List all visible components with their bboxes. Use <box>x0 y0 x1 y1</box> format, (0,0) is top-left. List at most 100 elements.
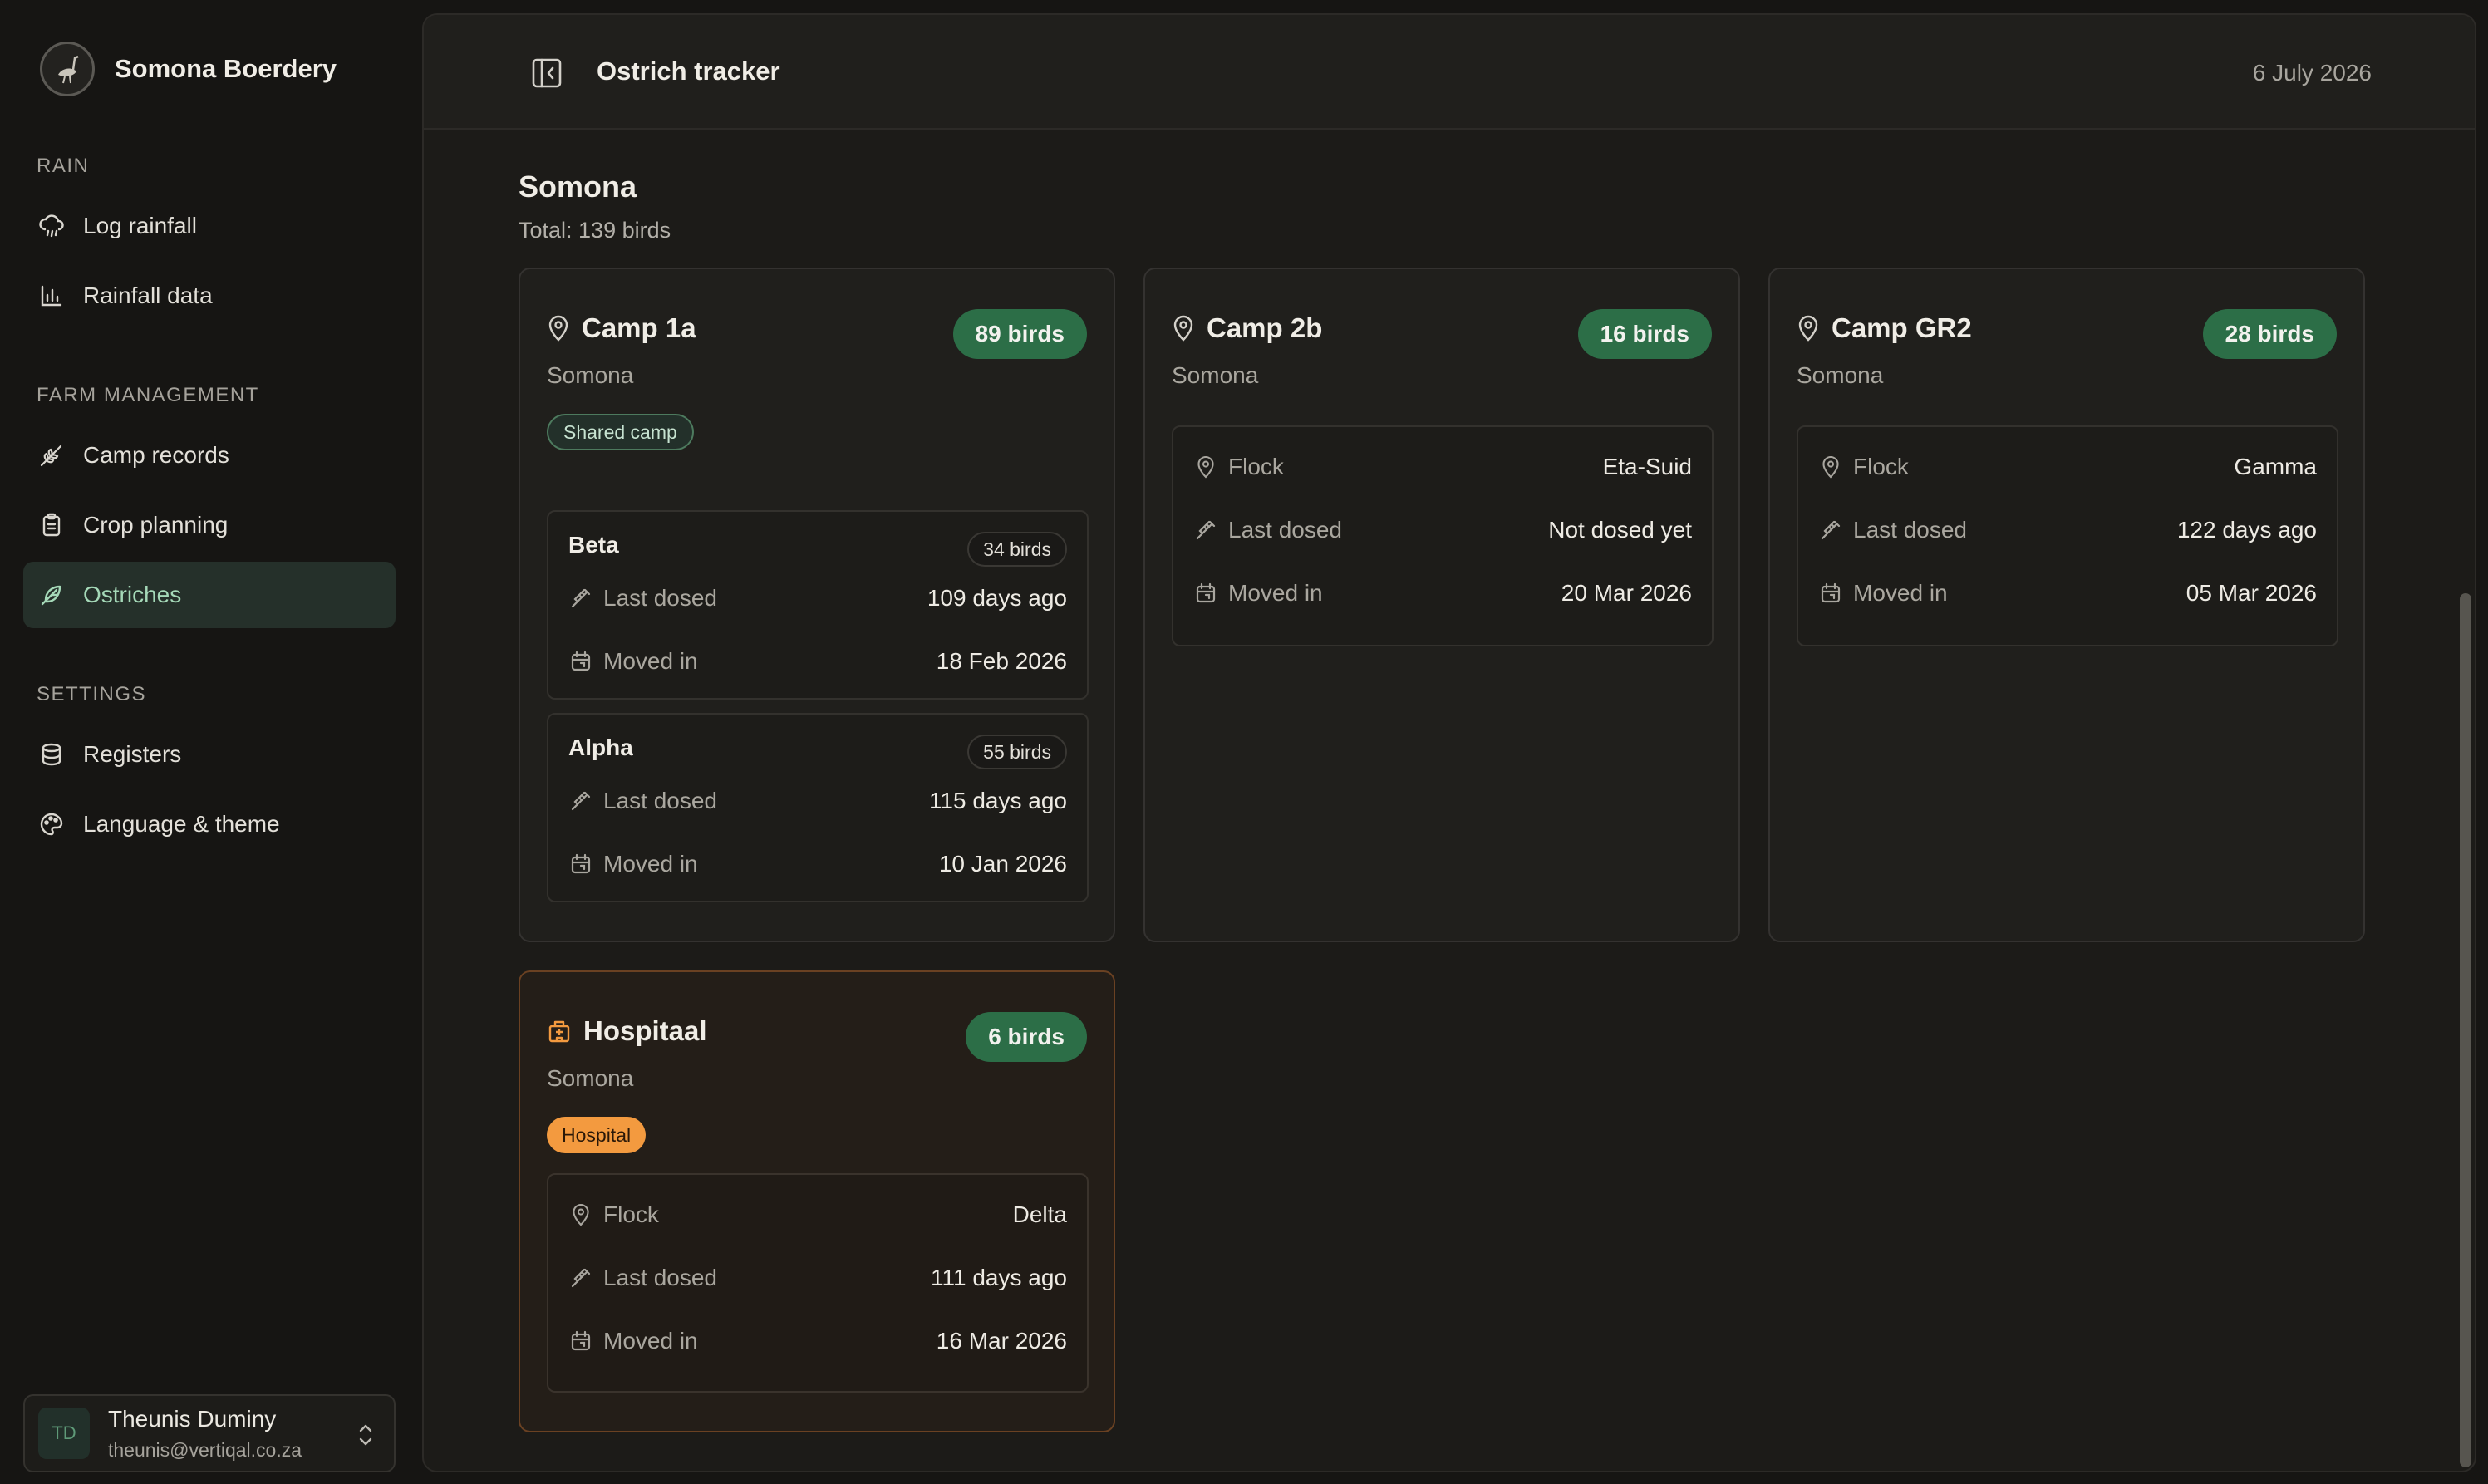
flock-value: Eta-Suid <box>1602 454 1692 479</box>
camp-bird-count: 6 birds <box>966 1012 1087 1062</box>
scrollbar-thumb[interactable] <box>2460 593 2471 1467</box>
sidebar-item-label: Registers <box>83 741 182 767</box>
nav-section-settings: SETTINGS <box>37 683 147 705</box>
sidebar-item-crop-planning[interactable]: Crop planning <box>23 492 396 558</box>
moved-in-row: Moved in 18 Feb 2026 <box>568 645 1067 678</box>
flock-card-beta[interactable]: Beta 34 birds Last dosed 109 days ago Mo… <box>547 510 1089 700</box>
sidebar: Somona Boerdery RAIN Log rainfall Rainfa… <box>0 0 422 1484</box>
last-dosed-row: Last dosed 111 days ago <box>568 1261 1067 1295</box>
sidebar-item-label: Ostriches <box>83 582 182 607</box>
flock-details[interactable]: Flock Eta-Suid Last dosed Not dosed yet <box>1172 425 1714 646</box>
brand[interactable]: Somona Boerdery <box>40 42 337 96</box>
flock-details[interactable]: Flock Gamma Last dosed 122 days ago Move… <box>1797 425 2338 646</box>
flock-row: Flock Eta-Suid <box>1193 450 1692 484</box>
camp-name: Camp 2b <box>1207 312 1323 343</box>
database-icon <box>37 740 66 769</box>
ostrich-logo-icon <box>40 42 95 96</box>
last-dosed-value: 109 days ago <box>927 585 1067 611</box>
camp-card-camp-gr2[interactable]: Camp GR2 Somona 28 birds Flock Gamma Las… <box>1768 268 2365 942</box>
syringe-icon <box>568 1267 593 1289</box>
flock-row: Flock Delta <box>568 1198 1067 1231</box>
clipboard-icon <box>37 510 66 540</box>
last-dosed-row: Last dosed 115 days ago <box>568 784 1067 818</box>
last-dosed-row: Last dosed Not dosed yet <box>1193 514 1692 547</box>
nav-section-rain: RAIN <box>37 155 90 177</box>
syringe-icon <box>568 790 593 812</box>
calendar-icon <box>1818 582 1843 604</box>
sidebar-item-rainfall-data[interactable]: Rainfall data <box>23 263 396 329</box>
hospital-badge: Hospital <box>547 1117 647 1153</box>
sidebar-item-label: Language & theme <box>83 811 280 837</box>
moved-in-row: Moved in 20 Mar 2026 <box>1193 577 1692 610</box>
nav-section-farm-management: FARM MANAGEMENT <box>37 384 259 406</box>
sidebar-item-label: Camp records <box>83 442 229 468</box>
moved-in-row: Moved in 05 Mar 2026 <box>1818 577 2317 610</box>
flock-bird-count: 55 birds <box>967 735 1067 769</box>
user-email: theunis@vertiqal.co.za <box>108 1438 302 1461</box>
last-dosed-value: Not dosed yet <box>1548 517 1692 543</box>
palette-icon <box>37 809 66 839</box>
map-pin-icon <box>1193 455 1218 479</box>
moved-in-row: Moved in 10 Jan 2026 <box>568 848 1067 881</box>
sidebar-item-ostriches[interactable]: Ostriches <box>23 562 396 628</box>
sidebar-toggle-icon[interactable] <box>530 57 563 90</box>
calendar-icon <box>568 853 593 875</box>
sidebar-item-label: Log rainfall <box>83 213 197 238</box>
camp-card-camp-1a[interactable]: Camp 1a Somona 89 birds Shared camp Beta… <box>519 268 1115 942</box>
avatar: TD <box>38 1408 90 1459</box>
flock-row: Flock Gamma <box>1818 450 2317 484</box>
shared-camp-badge: Shared camp <box>547 414 694 450</box>
camp-name: Camp 1a <box>582 312 696 343</box>
flock-name: Beta <box>568 532 619 558</box>
flock-details[interactable]: Flock Delta Last dosed 111 days ago Move… <box>547 1173 1089 1393</box>
map-pin-icon <box>568 1203 593 1226</box>
user-menu-button[interactable]: TD Theunis Duminy theunis@vertiqal.co.za <box>23 1394 396 1472</box>
camp-card-camp-2b[interactable]: Camp 2b Somona 16 birds Flock Eta-Suid L… <box>1143 268 1740 942</box>
last-dosed-row: Last dosed 122 days ago <box>1818 514 2317 547</box>
hospital-icon <box>547 1019 572 1044</box>
sidebar-item-label: Rainfall data <box>83 283 213 308</box>
syringe-icon <box>568 587 593 609</box>
camp-bird-count: 16 birds <box>1577 309 1712 359</box>
farm-heading: Somona <box>519 170 637 204</box>
map-pin-icon <box>1172 315 1195 342</box>
flock-card-alpha[interactable]: Alpha 55 birds Last dosed 115 days ago M… <box>547 713 1089 902</box>
calendar-icon <box>568 1330 593 1352</box>
last-dosed-value: 122 days ago <box>2176 517 2317 543</box>
moved-in-value: 18 Feb 2026 <box>936 648 1067 674</box>
user-name: Theunis Duminy <box>108 1405 277 1432</box>
camp-farm: Somona <box>1172 362 1259 388</box>
bar-chart-icon <box>37 281 66 311</box>
last-dosed-row: Last dosed 109 days ago <box>568 582 1067 615</box>
last-dosed-value: 115 days ago <box>928 788 1067 813</box>
current-date: 6 July 2026 <box>2252 60 2372 86</box>
camp-name: Camp GR2 <box>1832 312 1972 343</box>
flock-value: Delta <box>1012 1201 1067 1227</box>
calendar-icon <box>1193 582 1218 604</box>
moved-in-value: 10 Jan 2026 <box>938 851 1067 877</box>
top-bar: Ostrich tracker 6 July 2026 <box>424 15 2475 130</box>
moved-in-value: 20 Mar 2026 <box>1561 580 1692 606</box>
farm-total-birds: Total: 139 birds <box>519 218 671 243</box>
moved-in-value: 16 Mar 2026 <box>936 1328 1067 1354</box>
sidebar-item-registers[interactable]: Registers <box>23 721 396 788</box>
sidebar-item-label: Crop planning <box>83 512 229 538</box>
camp-farm: Somona <box>1797 362 1884 388</box>
last-dosed-value: 111 days ago <box>931 1265 1067 1290</box>
camp-farm: Somona <box>547 362 634 388</box>
flock-name: Alpha <box>568 735 633 760</box>
syringe-icon <box>1818 519 1843 541</box>
camp-bird-count: 28 birds <box>2202 309 2337 359</box>
calendar-icon <box>568 651 593 672</box>
sidebar-item-camp-records[interactable]: Camp records <box>23 422 396 489</box>
cloud-rain-icon <box>37 211 66 241</box>
feather-icon <box>37 580 66 610</box>
camp-card-hospitaal[interactable]: Hospitaal Somona 6 birds Hospital Flock … <box>519 970 1115 1432</box>
brand-name: Somona Boerdery <box>115 54 337 83</box>
flock-value: Gamma <box>2234 454 2317 479</box>
moved-in-row: Moved in 16 Mar 2026 <box>568 1324 1067 1358</box>
main-panel: Ostrich tracker 6 July 2026 Somona Total… <box>422 13 2476 1472</box>
syringe-icon <box>1193 519 1218 541</box>
sidebar-item-language-theme[interactable]: Language & theme <box>23 791 396 857</box>
sidebar-item-log-rainfall[interactable]: Log rainfall <box>23 193 396 259</box>
